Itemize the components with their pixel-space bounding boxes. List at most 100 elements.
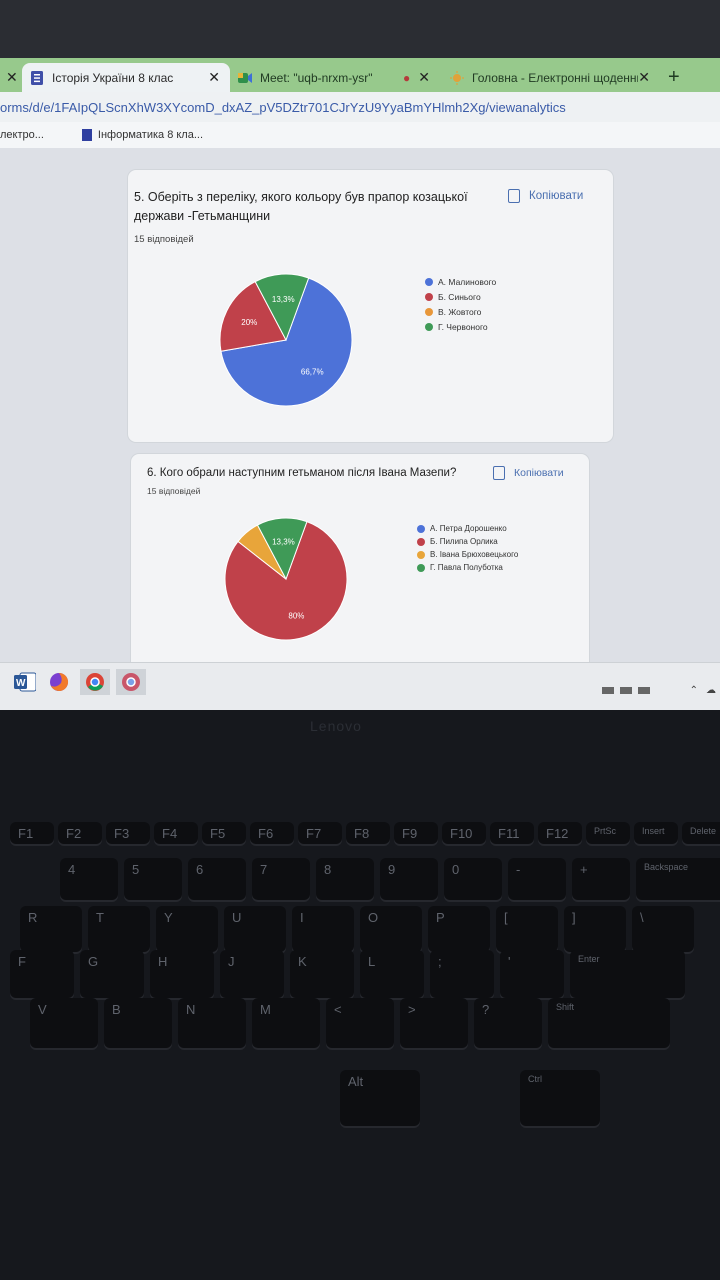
chevron-up-icon[interactable]: ⌃ <box>690 685 698 696</box>
key[interactable]: U <box>224 906 286 952</box>
key[interactable]: G <box>80 950 144 998</box>
key-label: B <box>112 1002 121 1017</box>
key[interactable]: - <box>508 858 566 900</box>
tab-previous[interactable]: ✕ <box>0 63 22 92</box>
pie-chart: 66,7% 20% 13,3% <box>219 273 353 407</box>
key[interactable]: F4 <box>154 822 198 844</box>
key[interactable]: + <box>572 858 630 900</box>
key[interactable]: T <box>88 906 150 952</box>
key-label: 4 <box>68 862 76 877</box>
legend-item: Г. Павла Полуботка <box>417 561 518 574</box>
key[interactable]: F9 <box>394 822 438 844</box>
key-label: F3 <box>114 826 130 841</box>
bookmark-item[interactable]: Інформатика 8 кла... <box>81 129 203 141</box>
key[interactable]: > <box>400 998 468 1048</box>
close-icon[interactable]: ✕ <box>208 69 220 86</box>
legend-dot-icon <box>425 277 433 286</box>
key[interactable]: PrtSc <box>586 822 630 844</box>
close-icon[interactable]: ✕ <box>638 69 650 86</box>
close-icon[interactable]: ✕ <box>418 69 430 86</box>
key[interactable]: < <box>326 998 394 1048</box>
key[interactable]: F5 <box>202 822 246 844</box>
monitor-bezel <box>0 0 720 58</box>
legend-item: А. Малинового <box>425 274 496 289</box>
key[interactable]: I <box>292 906 354 952</box>
key[interactable]: [ <box>496 906 558 952</box>
copy-icon <box>493 466 505 480</box>
key[interactable]: F12 <box>538 822 582 844</box>
firefox-icon[interactable] <box>44 669 74 695</box>
key[interactable]: 7 <box>252 858 310 900</box>
key[interactable]: V <box>30 998 98 1048</box>
key[interactable]: Backspace <box>636 858 720 900</box>
key[interactable]: F10 <box>442 822 486 844</box>
bookmark-item[interactable]: лектро... <box>0 129 44 141</box>
key[interactable]: F11 <box>490 822 534 844</box>
chrome-profile-icon[interactable] <box>116 669 146 695</box>
key[interactable]: O <box>360 906 422 952</box>
response-count: 15 відповідей <box>147 486 201 496</box>
key[interactable]: 8 <box>316 858 374 900</box>
new-tab-button[interactable]: + <box>668 63 698 92</box>
key[interactable]: Enter <box>570 950 686 998</box>
legend-dot-icon <box>417 550 425 559</box>
key[interactable]: J <box>220 950 284 998</box>
slice-label: 13,3% <box>272 295 295 304</box>
key[interactable]: Y <box>156 906 218 952</box>
key-label: N <box>186 1002 196 1017</box>
key-label: F7 <box>306 826 322 841</box>
key[interactable]: L <box>360 950 424 998</box>
key[interactable]: H <box>150 950 214 998</box>
key-label: F5 <box>210 826 226 841</box>
key[interactable]: F6 <box>250 822 294 844</box>
tab-history[interactable]: Історія України 8 клас ✕ <box>22 63 230 92</box>
meet-icon <box>238 71 252 85</box>
key[interactable]: Ctrl <box>520 1070 600 1126</box>
key[interactable]: F1 <box>10 822 54 844</box>
address-bar[interactable]: orms/d/e/1FAIpQLScnXhW3XYcomD_dxAZ_pV5DZ… <box>0 92 720 122</box>
legend-item: Г. Червоного <box>425 319 496 334</box>
key[interactable]: Insert <box>634 822 678 844</box>
key[interactable]: M <box>252 998 320 1048</box>
key-label: U <box>232 910 242 925</box>
key[interactable]: 4 <box>60 858 118 900</box>
key[interactable]: K <box>290 950 354 998</box>
key[interactable]: P <box>428 906 490 952</box>
tab-bar: ✕ Історія України 8 клас ✕ Meet: "uqb-nr… <box>0 58 720 92</box>
key[interactable]: 9 <box>380 858 438 900</box>
key[interactable]: 5 <box>124 858 182 900</box>
key[interactable]: Delete <box>682 822 720 844</box>
system-tray-icons[interactable] <box>602 687 650 694</box>
key[interactable]: F8 <box>346 822 390 844</box>
key[interactable]: F3 <box>106 822 150 844</box>
key-label: [ <box>504 910 508 925</box>
key[interactable]: ? <box>474 998 542 1048</box>
key-label: 8 <box>324 862 332 877</box>
legend-dot-icon <box>425 307 433 316</box>
key-label: ] <box>572 910 576 925</box>
word-icon[interactable]: W <box>10 669 40 695</box>
key-label: K <box>298 954 307 969</box>
url-text[interactable]: orms/d/e/1FAIpQLScnXhW3XYcomD_dxAZ_pV5DZ… <box>0 100 566 115</box>
key[interactable]: Shift <box>548 998 671 1048</box>
tab-diary[interactable]: Головна - Електронні щоденни ✕ <box>442 63 660 92</box>
key[interactable]: 6 <box>188 858 246 900</box>
tray-overflow[interactable]: ⌃ ☁ <box>690 685 716 696</box>
key[interactable]: F7 <box>298 822 342 844</box>
key[interactable]: F <box>10 950 74 998</box>
key[interactable]: ] <box>564 906 626 952</box>
tab-meet[interactable]: Meet: "uqb-nrxm-ysr" ● ✕ <box>230 63 440 92</box>
key[interactable]: \ <box>632 906 694 952</box>
key[interactable]: ; <box>430 950 494 998</box>
copy-button[interactable]: Копіювати <box>493 466 564 480</box>
key[interactable]: F2 <box>58 822 102 844</box>
copy-button[interactable]: Копіювати <box>508 189 583 203</box>
key[interactable]: N <box>178 998 246 1048</box>
chrome-icon[interactable] <box>80 669 110 695</box>
key[interactable]: 0 <box>444 858 502 900</box>
key[interactable]: R <box>20 906 82 952</box>
key[interactable]: B <box>104 998 172 1048</box>
key[interactable]: ' <box>500 950 564 998</box>
close-icon[interactable]: ✕ <box>6 69 18 86</box>
key[interactable]: Alt <box>340 1070 420 1126</box>
